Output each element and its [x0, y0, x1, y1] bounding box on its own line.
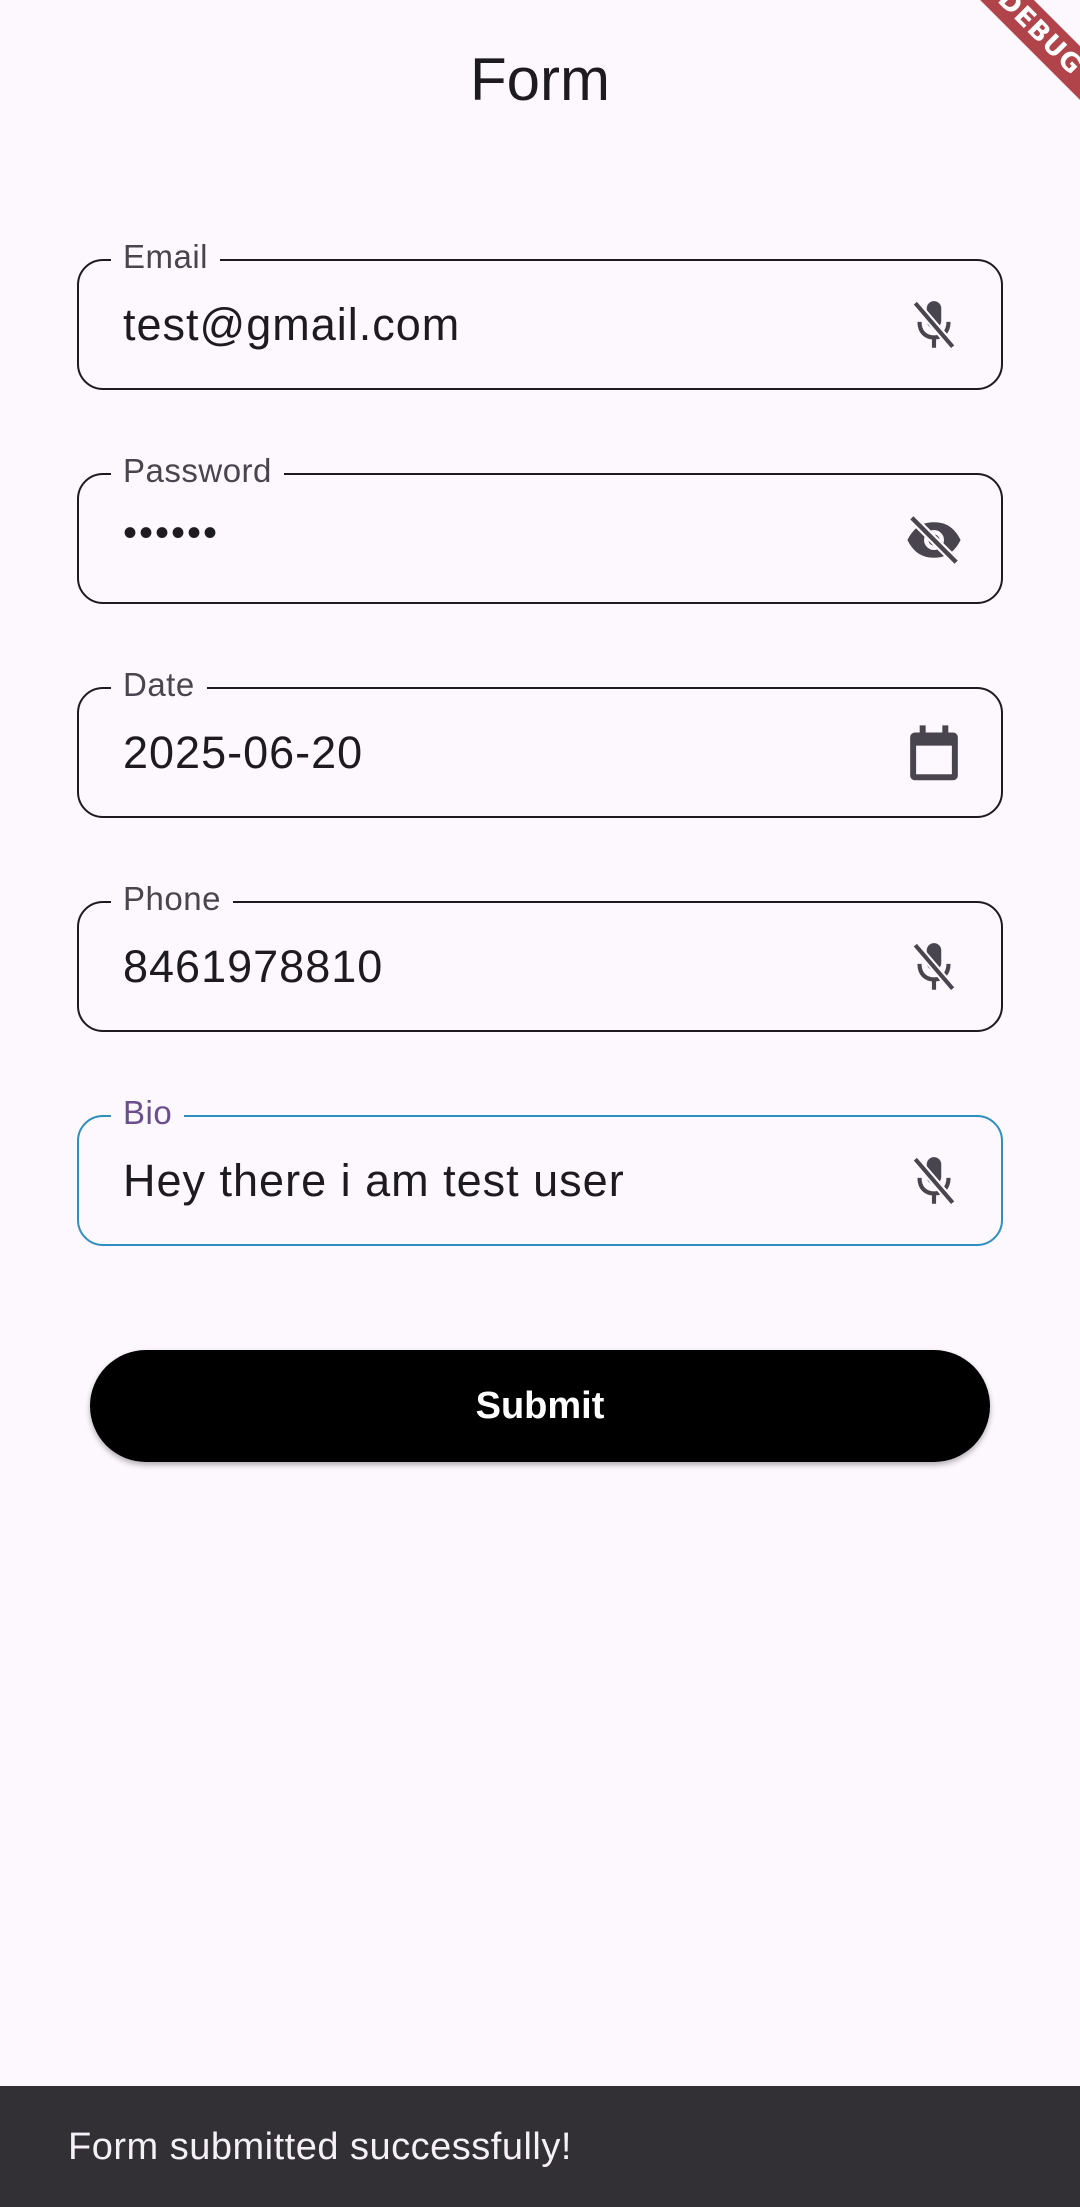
date-label: Date: [111, 665, 207, 705]
page-title: Form: [470, 46, 610, 113]
password-field[interactable]: Password ••••••: [77, 451, 1003, 604]
mic-off-icon[interactable]: [903, 295, 965, 357]
mic-off-icon[interactable]: [903, 1151, 965, 1213]
snackbar: Form submitted successfully!: [0, 2086, 1080, 2207]
email-value[interactable]: test@gmail.com: [123, 297, 460, 353]
password-value[interactable]: ••••••: [123, 505, 219, 561]
snackbar-message: Form submitted successfully!: [68, 2126, 572, 2168]
date-field[interactable]: Date 2025-06-20: [77, 665, 1003, 818]
phone-label: Phone: [111, 879, 233, 919]
bio-label: Bio: [111, 1093, 185, 1133]
email-label: Email: [111, 237, 221, 277]
bio-field[interactable]: Bio Hey there i am test user: [77, 1093, 1003, 1246]
date-value[interactable]: 2025-06-20: [123, 725, 363, 781]
debug-banner: DEBUG: [960, 0, 1080, 120]
password-label: Password: [111, 451, 284, 491]
email-field[interactable]: Email test@gmail.com: [77, 237, 1003, 390]
phone-value[interactable]: 8461978810: [123, 939, 383, 995]
submit-button[interactable]: Submit: [90, 1350, 990, 1462]
visibility-off-icon[interactable]: [903, 509, 965, 571]
debug-banner-label: DEBUG: [960, 0, 1080, 120]
app-bar: Form: [0, 0, 1080, 160]
calendar-icon[interactable]: [903, 723, 965, 785]
bio-value[interactable]: Hey there i am test user: [123, 1153, 625, 1209]
phone-field[interactable]: Phone 8461978810: [77, 879, 1003, 1032]
mic-off-icon[interactable]: [903, 937, 965, 999]
